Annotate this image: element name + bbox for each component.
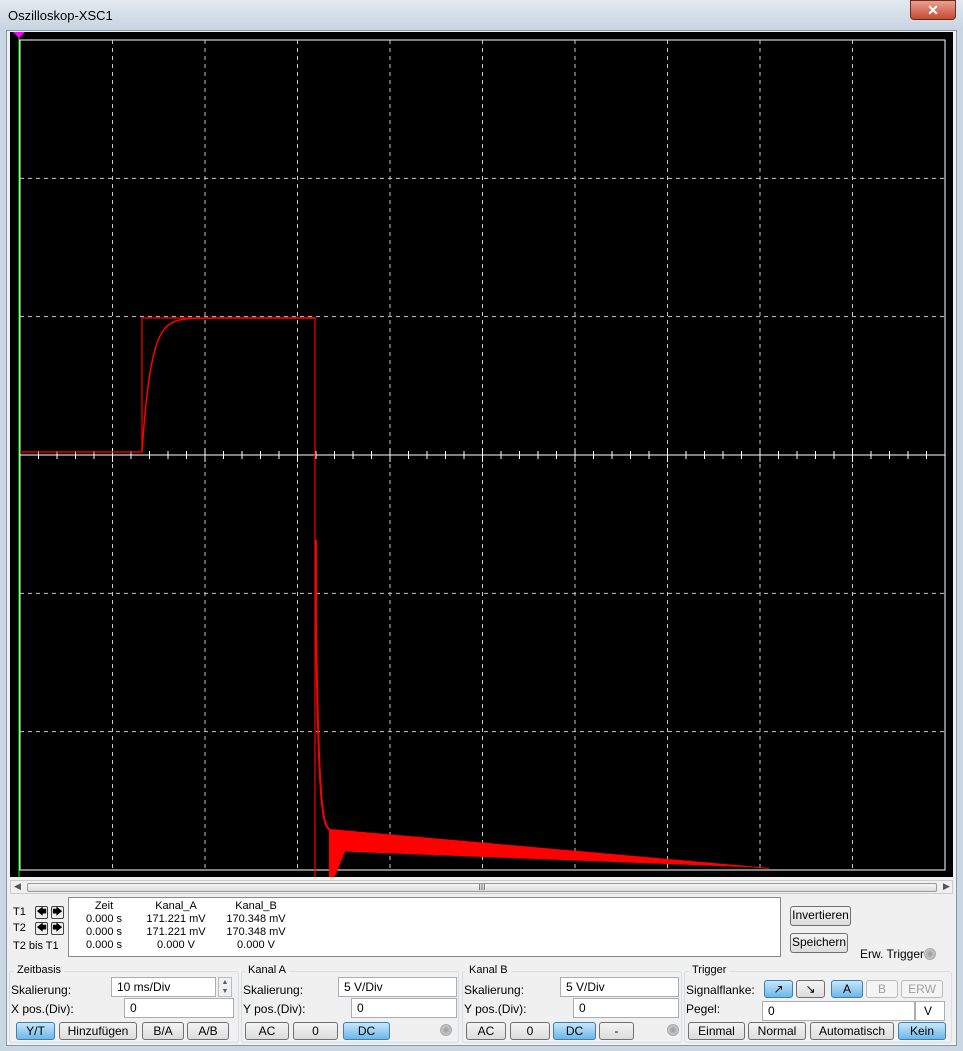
t1-label: T1 — [13, 906, 26, 918]
trigger-none-button[interactable]: Kein — [898, 1022, 946, 1040]
channel-b-scale-label: Skalierung: — [464, 983, 525, 997]
channel-b-scale-input[interactable]: 5 V/Div — [560, 977, 679, 997]
channel-a-zero-button[interactable]: 0 — [293, 1022, 338, 1040]
channel-b-dc-button[interactable]: DC — [553, 1022, 596, 1040]
scope-display — [13, 32, 946, 877]
channel-b-discharge-trace — [315, 540, 338, 833]
rising-edge-button[interactable]: ↗ — [764, 980, 793, 998]
ext-trigger-label: Erw. Trigger — [860, 947, 925, 961]
trigger-title: Trigger — [689, 964, 730, 976]
mode-ab-button[interactable]: A/B — [187, 1022, 229, 1040]
save-button[interactable]: Speichern — [790, 933, 848, 953]
mode-yt-button[interactable]: Y/T — [16, 1022, 55, 1040]
t2-kanal-b: 170.348 mV — [226, 926, 286, 938]
mode-add-button[interactable]: Hinzufügen — [59, 1022, 137, 1040]
channel-b-trace — [141, 317, 315, 453]
channel-b-ypos-label: Y pos.(Div): — [464, 1002, 527, 1016]
measurement-readout: Zeit 0.000 s 0.000 s 0.000 s Kanal_A 171… — [68, 897, 781, 957]
timebase-title: Zeitbasis — [14, 964, 65, 976]
invert-button[interactable]: Invertieren — [790, 906, 851, 926]
trigger-source-ext-button[interactable]: ERW — [901, 980, 943, 998]
header-kanal-b: Kanal_B — [235, 900, 277, 912]
channel-b-zero-button[interactable]: 0 — [510, 1022, 550, 1040]
channel-b-indicator — [667, 1024, 679, 1036]
oscilloscope-screen[interactable] — [10, 32, 953, 877]
channel-b-title: Kanal B — [466, 964, 511, 976]
scroll-thumb[interactable]: III — [27, 883, 937, 892]
trigger-edge-label: Signalflanke: — [686, 983, 755, 997]
t2-left-arrow-icon[interactable]: 🡄 — [35, 922, 48, 935]
t2-label: T2 — [13, 922, 26, 934]
channel-a-scale-input[interactable]: 5 V/Div — [338, 977, 457, 997]
scroll-right-icon[interactable]: ▶ — [943, 881, 950, 892]
trigger-level-unit[interactable]: V — [915, 1001, 945, 1021]
t1-kanal-b: 170.348 mV — [226, 913, 286, 925]
trigger-source-a-button[interactable]: A — [831, 980, 863, 998]
horizontal-scrollbar[interactable]: ◀ III ▶ — [10, 880, 953, 894]
cursor-t1-marker-icon — [13, 32, 25, 38]
trigger-normal-button[interactable]: Normal — [748, 1022, 806, 1040]
channel-b-minus-button[interactable]: - — [599, 1022, 634, 1040]
t1-left-arrow-icon[interactable]: 🡄 — [35, 906, 48, 919]
channel-a-trace — [20, 317, 316, 877]
falling-edge-button[interactable]: ↘ — [796, 980, 825, 998]
channel-a-ac-button[interactable]: AC — [245, 1022, 289, 1040]
window-title: Oszilloskop-XSC1 — [8, 8, 113, 23]
channel-a-title: Kanal A — [245, 964, 289, 976]
trigger-single-button[interactable]: Einmal — [688, 1022, 745, 1040]
xpos-label: X pos.(Div): — [11, 1002, 74, 1016]
timebase-scale-label: Skalierung: — [11, 983, 72, 997]
trigger-level-input[interactable]: 0 — [762, 1001, 915, 1021]
channel-b-ac-button[interactable]: AC — [466, 1022, 506, 1040]
timebase-scale-input[interactable]: 10 ms/Div — [111, 977, 216, 997]
trigger-level-label: Pegel: — [686, 1002, 721, 1016]
delta-kanal-b: 0.000 V — [237, 939, 275, 951]
channel-a-ypos-label: Y pos.(Div): — [243, 1002, 306, 1016]
trigger-auto-button[interactable]: Automatisch — [810, 1022, 894, 1040]
timebase-spinner[interactable]: ▲ ▼ — [218, 977, 232, 997]
channel-a-ypos-input[interactable]: 0 — [351, 998, 457, 1018]
mode-ba-button[interactable]: B/A — [142, 1022, 184, 1040]
channel-a-dc-button[interactable]: DC — [343, 1022, 390, 1040]
channel-a-indicator — [440, 1024, 452, 1036]
close-button[interactable]: ✕ — [910, 0, 956, 20]
scroll-left-icon[interactable]: ◀ — [14, 881, 21, 892]
t2-to-t1-label: T2 bis T1 — [13, 940, 59, 952]
xpos-input[interactable]: 0 — [124, 998, 234, 1018]
channel-b-ypos-input[interactable]: 0 — [573, 998, 679, 1018]
channel-a-scale-label: Skalierung: — [243, 983, 304, 997]
title-bar: Oszilloskop-XSC1 ✕ — [0, 0, 963, 30]
ext-trigger-indicator[interactable] — [924, 948, 936, 960]
trigger-source-b-button[interactable]: B — [866, 980, 898, 998]
